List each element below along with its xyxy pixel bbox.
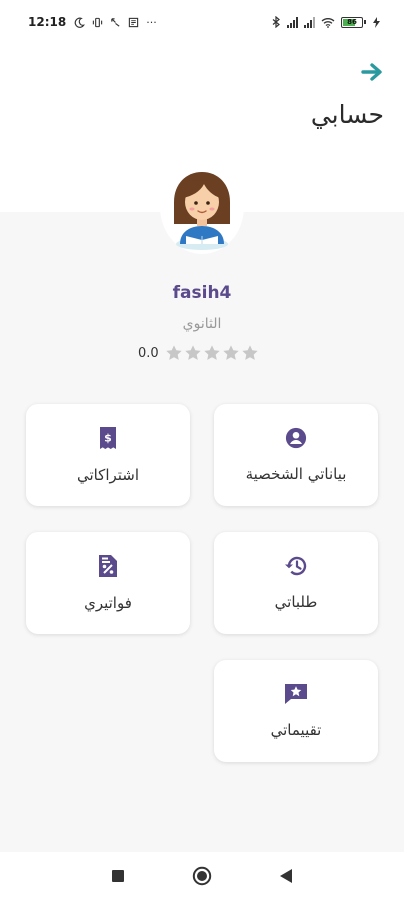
status-time: 12:18 [28, 15, 67, 29]
triangle-back-icon [280, 869, 292, 883]
status-right: 86 [272, 16, 380, 28]
reviews-label: تقييماتي [270, 721, 322, 739]
arrow-right-icon [361, 63, 382, 81]
status-left: 12:18 ··· [28, 15, 157, 29]
notification-icons: ··· [74, 16, 157, 29]
moon-icon [74, 17, 86, 28]
vibrate-icon [93, 17, 103, 27]
home-button[interactable] [190, 864, 214, 888]
square-icon [112, 870, 124, 882]
status-bar: 12:18 ··· 86 [0, 0, 404, 44]
back-button[interactable] [358, 60, 386, 84]
signal-icon-secondary [304, 16, 315, 28]
bluetooth-icon [272, 16, 280, 28]
profile-data-card[interactable]: بياناتي الشخصية [214, 404, 378, 506]
profile-username: fasih4 [172, 283, 232, 303]
star-icon [223, 345, 239, 360]
back-nav-button[interactable] [274, 864, 298, 888]
invoice-percent-icon [99, 555, 117, 577]
rating-value: 0.0 [138, 345, 159, 361]
reviews-card[interactable]: تقييماتي [214, 660, 378, 762]
more-dots-icon: ··· [146, 15, 157, 29]
star-icon [204, 345, 220, 360]
page-title: حسابي [310, 100, 384, 129]
star-icon [166, 345, 182, 360]
orders-card[interactable]: طلباتي [214, 532, 378, 634]
star-comment-icon [285, 684, 307, 704]
system-navigation-bar [0, 852, 404, 900]
battery-icon: 86 [341, 16, 366, 28]
account-circle-icon [285, 427, 307, 449]
rating-stars [165, 344, 259, 362]
rating-row: 0.0 [138, 342, 259, 364]
orders-label: طلباتي [274, 593, 318, 611]
recents-button[interactable] [106, 864, 130, 888]
battery-level: 86 [347, 18, 357, 26]
signal-icon [287, 16, 298, 28]
invoices-label: فواتيري [84, 594, 132, 612]
svg-text:$: $ [104, 432, 112, 445]
history-icon [285, 556, 307, 576]
subscriptions-label: اشتراكاتي [76, 466, 140, 484]
call-forward-icon [111, 17, 120, 27]
circle-icon [192, 866, 212, 886]
invoices-card[interactable]: فواتيري [26, 532, 190, 634]
profile-data-label: بياناتي الشخصية [245, 465, 347, 483]
wifi-icon [321, 17, 335, 28]
star-icon [242, 345, 258, 360]
charging-icon [373, 16, 380, 28]
receipt-dollar-icon: $ [100, 427, 116, 449]
avatar [160, 160, 244, 254]
subscriptions-card[interactable]: $ اشتراكاتي [26, 404, 190, 506]
news-icon [129, 17, 139, 27]
profile-grade: الثانوي [182, 316, 222, 332]
star-icon [185, 345, 201, 360]
student-avatar-illustration [174, 172, 230, 250]
